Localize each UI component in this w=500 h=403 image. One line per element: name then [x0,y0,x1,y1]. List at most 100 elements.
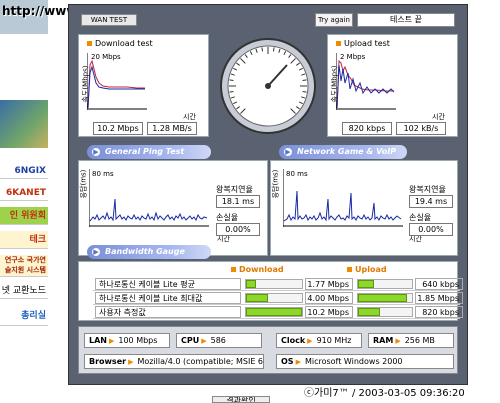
gauge-row-label: 하나로통신 케이블 Lite 최대값 [95,292,241,304]
download-bar [246,280,256,288]
upload-bar-track [357,279,413,289]
game-rtt-label: 왕복지연율 [409,185,446,194]
status-field: 테스트 끝 [357,13,455,27]
upload-bar [358,308,380,316]
download-xlabel: 시간 [183,113,196,121]
download-bar [246,294,268,302]
download-mbps: 10.2 Mbps [93,122,143,135]
gauge-tick [272,47,275,52]
gauge-tick [302,79,307,82]
try-again-button[interactable]: Try again [315,13,353,27]
clock-field: Clock ▶ 910 MHz [276,333,362,348]
result-button[interactable]: 결과확인 [212,396,270,403]
speed-test-panel: WAN TEST Try again 테스트 끝 Download test 속… [68,4,468,385]
sidebar-item-6kanet[interactable]: 6KANET [0,185,48,201]
upload-value: 820 kbps [415,306,463,318]
sidebar: 6NGIX 6KANET 인 위원회 테크 연구소 국가연 슬지원 시스템 넷 … [0,0,48,403]
section-general-ping: ▶ General Ping Test [87,145,211,159]
ping-rtt: 18.1 ms [216,195,260,208]
section-network-game: ▶Network Game & VoIP Test [279,145,407,170]
game-unit: 80 ms [286,170,308,178]
gauge-tick [302,90,307,93]
triangle-icon: ▶ [128,358,134,366]
gauge-tick [229,79,234,82]
upload-marker-icon [336,41,341,46]
triangle-icon: ▶ [295,358,301,366]
gauge-upload-header: Upload [347,265,387,274]
sidebar-item-exchange[interactable]: 넷 교환노드 [0,283,48,299]
section-bandwidth-gauge: ▶ Bandwidth Gauge [87,245,211,259]
download-value: 1.77 Mbps [305,278,353,290]
upload-kbs: 102 kB/s [396,122,446,135]
ping-loss: 0.00% [216,223,260,236]
ping-rtt-label: 왕복지연율 [216,185,253,194]
sidebar-item-pm-office[interactable]: 총리실 [0,306,48,326]
upload-value: 640 kbps [415,278,463,290]
download-value: 4.00 Mbps [305,292,353,304]
upload-test-box: Upload test 속도(Mbps) 2 Mbps 시간 820 kbps … [327,34,458,137]
datestamp: ⓒ가미7™ / 2003-03-05 09:36:20 [304,388,465,399]
bandwidth-table: Download Upload 하나로통신 케이블 Lite 평균 1.77 Mb… [78,261,463,321]
sidebar-item-committee[interactable]: 인 위원회 [0,207,48,225]
sidebar-item-tech[interactable]: 테크 [0,231,48,249]
upload-bar-track [357,307,413,317]
os-field: OS ▶ Microsoft Windows 2000 [276,354,454,369]
speed-gauge [220,38,316,134]
gauge-row: 사용자 측정값 10.2 Mbps 820 kbps [93,306,463,319]
lan-field: LAN ▶ 100 Mbps [84,333,170,348]
arrow-icon: ▶ [284,148,292,156]
triangle-icon: ▶ [201,337,207,345]
triangle-icon: ▶ [307,337,313,345]
triangle-icon: ▶ [395,337,401,345]
browser-field: Browser ▶ Mozilla/4.0 (compatible; MSIE 6.… [84,354,264,369]
gauge-tick [229,90,234,93]
system-info: LAN ▶ 100 Mbps CPU ▶ 586 Clock ▶ 910 MHz RAM ▶ 2… [78,326,458,374]
gauge-row-label: 하나로통신 케이블 Lite 평균 [95,278,241,290]
arrow-icon: ▶ [92,248,100,256]
upload-xlabel: 시간 [432,113,445,121]
download-marker-icon [87,41,92,46]
triangle-icon: ▶ [108,337,115,345]
upload-bar [358,294,407,302]
download-test-box: Download test 속도(Mbps) 20 Mbps 시간 10.2 M… [78,34,209,137]
download-marker-icon [231,267,236,272]
sidebar-graphic [0,100,48,148]
download-mbs: 1.28 MB/s [147,122,197,135]
ping-test-box: 응답(ms) 80 ms 시간 왕복지연율 18.1 ms 손실율 0.00% [78,160,268,256]
download-unit: 20 Mbps [91,53,121,61]
arrow-icon: ▶ [92,148,100,156]
ram-field: RAM ▶ 256 MB [368,333,454,348]
game-loss-label: 손실율 [409,213,432,222]
tab-wan-test[interactable]: WAN TEST [81,14,137,26]
upload-bar-track [357,293,413,303]
ping-unit: 80 ms [92,170,114,178]
upload-bar [358,280,374,288]
gauge-row-label: 사용자 측정값 [95,306,241,318]
upload-chart [336,53,396,110]
game-loss: 0.00% [409,223,453,236]
gauge-download-header: Download [231,265,284,274]
game-test-box: 응답(ms) 80 ms 시간 왕복지연율 19.4 ms 손실율 0.00% [270,160,458,256]
gauge-row: 하나로통신 케이블 Lite 평균 1.77 Mbps 640 kbps [93,278,463,291]
download-chart [87,53,147,110]
cpu-field: CPU ▶ 586 [176,333,262,348]
upload-kbps: 820 kbps [342,122,392,135]
gauge-tick [261,47,264,52]
download-value: 10.2 Mbps [305,306,353,318]
download-bar-track [245,293,303,303]
upload-title: Upload test [336,39,390,48]
gauge-row: 하나로통신 케이블 Lite 최대값 4.00 Mbps 1.85 Mbps [93,292,463,305]
upload-marker-icon [347,267,352,272]
upload-value: 1.85 Mbps [415,292,463,304]
ping-ylabel: 응답(ms) [79,169,88,199]
ping-loss-label: 손실율 [216,213,239,222]
download-bar-track [245,279,303,289]
download-bar-track [245,307,303,317]
sidebar-item-6ngix[interactable]: 6NGIX [0,163,48,179]
game-ylabel: 응답(ms) [271,169,280,199]
sidebar-item-research[interactable]: 연구소 국가연 슬지원 시스템 [0,255,48,277]
download-bar [246,308,302,316]
upload-unit: 2 Mbps [340,53,366,61]
game-rtt: 19.4 ms [409,195,453,208]
download-title: Download test [87,39,153,48]
